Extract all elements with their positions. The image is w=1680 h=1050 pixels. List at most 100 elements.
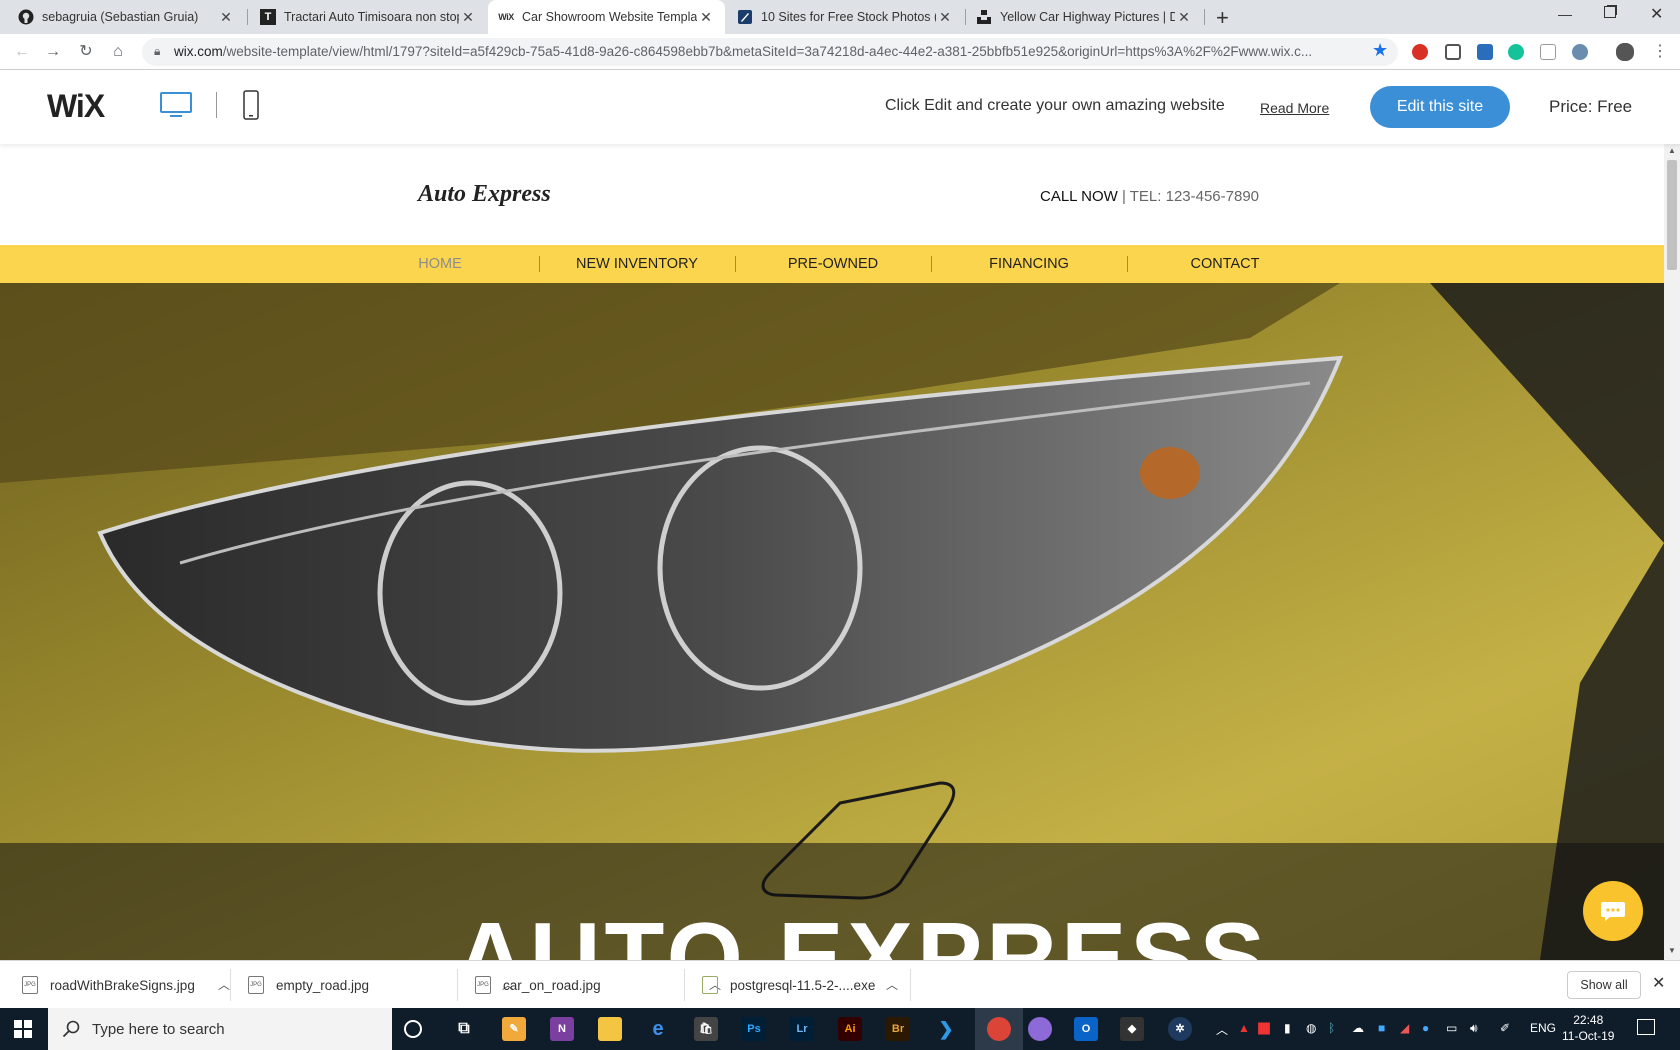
clock-date: 11-Oct-19 xyxy=(1562,1029,1615,1043)
tab-close-icon[interactable]: ✕ xyxy=(697,9,715,26)
new-tab-icon[interactable]: + xyxy=(1216,5,1229,31)
vscode-icon[interactable]: ❯ xyxy=(934,1017,958,1041)
download-item[interactable]: JPG car_on_road.jpg ︿ xyxy=(453,961,721,1009)
photoshop-icon[interactable]: Ps xyxy=(742,1017,766,1041)
extension-icon[interactable] xyxy=(1540,44,1556,60)
chevron-up-icon[interactable]: ︿ xyxy=(886,976,898,993)
tab-tractari[interactable]: T Tractari Auto Timisoara non stop ✕ xyxy=(250,0,487,34)
download-item[interactable]: JPG roadWithBrakeSigns.jpg ︿ xyxy=(0,961,230,1009)
desktop-view-icon[interactable] xyxy=(160,92,192,125)
tray-icon[interactable]: ▮ xyxy=(1284,1021,1291,1035)
language-indicator[interactable]: ENG xyxy=(1530,1021,1556,1035)
tab-stock-photos[interactable]: 10 Sites for Free Stock Photos (U ✕ xyxy=(727,0,964,34)
bridge-icon[interactable]: Br xyxy=(886,1017,910,1041)
app-icon[interactable] xyxy=(1028,1017,1052,1041)
restore-icon[interactable] xyxy=(1604,6,1616,18)
grammarly-icon[interactable] xyxy=(1508,44,1524,60)
file-explorer-icon[interactable] xyxy=(598,1017,622,1041)
phone-number: | TEL: 123-456-7890 xyxy=(1117,188,1260,205)
scrollbar-thumb[interactable] xyxy=(1667,160,1677,270)
bluetooth-icon[interactable]: ᛒ xyxy=(1328,1021,1335,1035)
nav-financing[interactable]: FINANCING xyxy=(939,256,1119,272)
nav-home[interactable]: HOME xyxy=(350,256,530,272)
onedrive-icon[interactable]: ☁︎ xyxy=(1352,1021,1364,1035)
wifi-icon[interactable]: ▭ xyxy=(1446,1021,1457,1035)
site-brand-title[interactable]: Auto Express xyxy=(418,181,551,208)
tray-icon[interactable]: ◍ xyxy=(1306,1021,1316,1035)
extension-icon[interactable] xyxy=(1477,44,1493,60)
tray-icon[interactable]: ◢ xyxy=(1400,1021,1409,1035)
image-file-icon: JPG xyxy=(248,976,264,994)
tab-close-icon[interactable]: ✕ xyxy=(217,9,235,26)
address-bar[interactable]: 🔒︎ wix.com/website-template/view/html/17… xyxy=(142,38,1398,66)
app-icon[interactable]: ✲ xyxy=(1168,1017,1192,1041)
back-icon[interactable]: ← xyxy=(12,42,32,62)
task-view-icon[interactable]: ⧉ xyxy=(452,1017,476,1041)
onenote-icon[interactable]: N xyxy=(550,1017,574,1041)
nav-pre-owned[interactable]: PRE-OWNED xyxy=(743,256,923,272)
scroll-down-icon[interactable]: ▼ xyxy=(1668,946,1676,955)
extension-icon[interactable] xyxy=(1412,44,1428,60)
price-label: Price: Free xyxy=(1549,97,1633,116)
edge-icon[interactable]: e xyxy=(646,1017,670,1041)
forward-icon[interactable]: → xyxy=(43,42,63,62)
tray-chevron-up-icon[interactable]: ︿ xyxy=(1216,1021,1228,1038)
figma-icon[interactable]: ◆ xyxy=(1120,1017,1144,1041)
tab-close-icon[interactable]: ✕ xyxy=(459,9,477,26)
unsplash-icon xyxy=(976,9,992,25)
outlook-tray-icon[interactable]: ■ xyxy=(1378,1021,1385,1035)
tab-github[interactable]: sebagruia (Sebastian Gruia) ✕ xyxy=(8,0,245,34)
volume-icon[interactable]: 🔊︎ xyxy=(1470,1021,1478,1036)
taskbar-search-box[interactable]: Type here to search xyxy=(48,1008,392,1050)
scroll-up-icon[interactable]: ▲ xyxy=(1668,146,1676,155)
nav-contact[interactable]: CONTACT xyxy=(1135,256,1315,272)
mobile-view-icon[interactable] xyxy=(243,90,259,125)
wix-preview-bar: WiX Click Edit and create your own amazi… xyxy=(0,70,1680,144)
bookmark-star-icon[interactable]: ★ xyxy=(1372,40,1388,61)
minimize-icon[interactable]: — xyxy=(1558,6,1572,22)
pen-tray-icon[interactable]: ✐ xyxy=(1500,1021,1510,1035)
tab-car-showroom[interactable]: WiX Car Showroom Website Template ✕ xyxy=(488,0,725,34)
illustrator-icon[interactable]: Ai xyxy=(838,1017,862,1041)
tab-title: Tractari Auto Timisoara non stop xyxy=(284,10,459,24)
acrobat-tray-icon[interactable]: ⬛︎ xyxy=(1258,1021,1270,1036)
reload-icon[interactable]: ↻ xyxy=(76,42,96,62)
nav-separator xyxy=(1127,256,1128,272)
tab-yellow-car[interactable]: Yellow Car Highway Pictures | Do ✕ xyxy=(966,0,1203,34)
close-downloads-icon[interactable]: ✕ xyxy=(1652,973,1665,993)
outlook-icon[interactable]: O xyxy=(1074,1017,1098,1041)
chrome-icon[interactable] xyxy=(987,1017,1011,1041)
tab-close-icon[interactable]: ✕ xyxy=(1175,9,1193,26)
show-all-button[interactable]: Show all xyxy=(1567,971,1641,999)
screenshot-extension-icon[interactable] xyxy=(1445,44,1461,60)
notifications-icon[interactable] xyxy=(1637,1019,1655,1035)
lightroom-icon[interactable]: Lr xyxy=(790,1017,814,1041)
windows-start-icon[interactable] xyxy=(14,1020,32,1038)
promo-text: Click Edit and create your own amazing w… xyxy=(885,97,1225,114)
tab-close-icon[interactable]: ✕ xyxy=(936,9,954,26)
store-icon[interactable]: 🛍︎ xyxy=(694,1017,718,1041)
download-item[interactable]: JPG empty_road.jpg ︿ xyxy=(226,961,514,1009)
nav-new-inventory[interactable]: NEW INVENTORY xyxy=(547,256,727,272)
extension-icon[interactable] xyxy=(1572,44,1588,60)
read-more-link[interactable]: Read More xyxy=(1260,100,1329,116)
profile-avatar-icon[interactable] xyxy=(1616,43,1634,61)
nav-separator xyxy=(539,256,540,272)
menu-kebab-icon[interactable]: ⋮ xyxy=(1652,41,1668,61)
wix-logo[interactable]: WiX xyxy=(47,88,105,125)
cortana-icon[interactable] xyxy=(404,1020,422,1038)
wix-icon: WiX xyxy=(498,12,514,22)
system-clock[interactable]: 22:48 11-Oct-19 xyxy=(1562,1012,1614,1044)
close-window-icon[interactable]: ✕ xyxy=(1650,4,1663,24)
tray-icon[interactable]: ▲ xyxy=(1238,1021,1250,1035)
download-item[interactable]: postgresql-11.5-2-....exe ︿ xyxy=(680,961,898,1009)
site-navigation: HOME NEW INVENTORY PRE-OWNED FINANCING C… xyxy=(0,245,1664,283)
download-filename: roadWithBrakeSigns.jpg xyxy=(50,977,195,993)
pen-app-icon[interactable]: ✎ xyxy=(502,1017,526,1041)
tray-icon[interactable]: ● xyxy=(1422,1021,1429,1035)
home-icon[interactable]: ⌂ xyxy=(108,42,128,62)
edit-site-button[interactable]: Edit this site xyxy=(1370,86,1510,128)
chat-button[interactable] xyxy=(1583,881,1643,941)
lock-icon: 🔒︎ xyxy=(154,44,161,58)
page-scrollbar[interactable]: ▲ ▼ xyxy=(1664,144,1680,960)
